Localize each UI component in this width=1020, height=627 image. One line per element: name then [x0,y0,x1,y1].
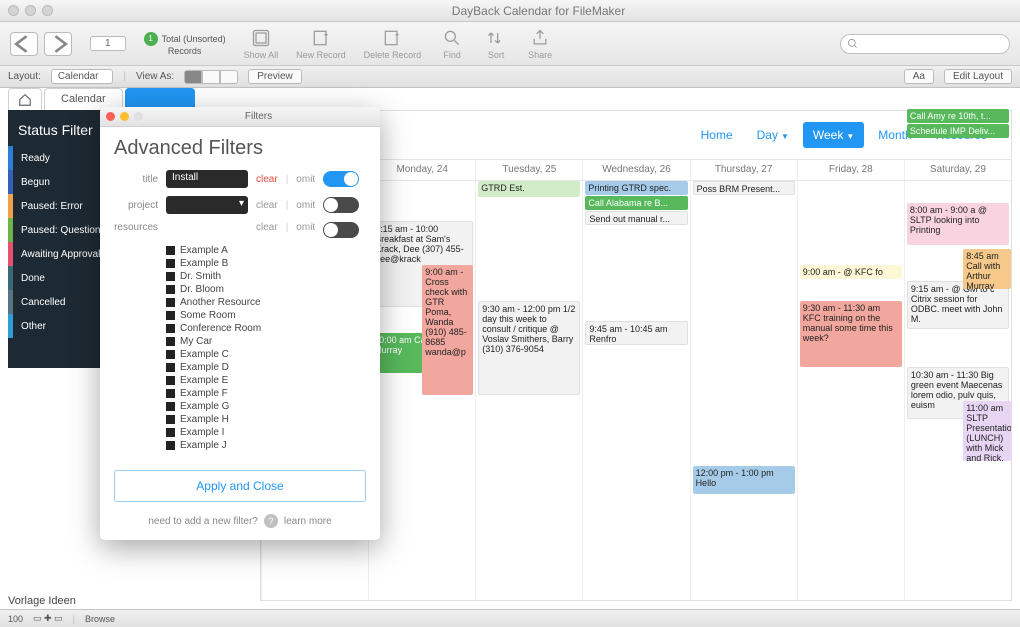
title-omit: omit [296,174,315,185]
project-clear[interactable]: clear [256,200,278,211]
event[interactable]: 8:00 am - 9:00 a @ SLTP looking into Pri… [907,203,1009,245]
event[interactable]: Call Amy re 10th, t... [907,109,1009,123]
window-title: DayBack Calendar for FileMaker [65,4,1012,18]
title-input[interactable]: Install [166,170,248,188]
aa-button[interactable]: Aa [904,69,934,84]
event[interactable]: Poss BRM Present... [693,181,795,195]
day-header: Friday, 28 [797,160,904,180]
home-tab[interactable] [8,88,42,110]
watermark: Vorlage Ideen [8,595,76,607]
resource-item[interactable]: Example A [166,244,366,257]
apply-close-button[interactable]: Apply and Close [114,470,366,502]
nav-home[interactable]: Home [691,122,743,148]
event[interactable]: GTRD Est. [478,181,580,197]
event[interactable]: 8:45 am Call with Arthur Murray [963,249,1011,289]
resources-omit-toggle[interactable] [323,222,359,238]
event[interactable]: Printing GTRD spec. [585,181,687,195]
resource-item[interactable]: Example F [166,387,366,400]
event[interactable]: 9:00 am - @ KFC fo [800,265,902,279]
viewas-label: View As: [136,71,174,82]
day-header: Saturday, 29 [904,160,1011,180]
status-footer: 100 ▭ ✚ ▭ | Browse [0,609,1020,627]
layout-bar: Layout: Calendar | View As: Preview Aa E… [0,66,1020,88]
records-label: Records [144,46,226,56]
sort-button[interactable]: Sort [483,28,509,60]
layout-label: Layout: [8,71,41,82]
day-header: Thursday, 27 [690,160,797,180]
resource-item[interactable]: My Car [166,335,366,348]
resource-item[interactable]: Example E [166,374,366,387]
resource-item[interactable]: Example I [166,426,366,439]
day-header: Wednesday, 26 [582,160,689,180]
resource-item[interactable]: Conference Room [166,322,366,335]
title-omit-toggle[interactable] [323,171,359,187]
project-omit-toggle[interactable] [323,197,359,213]
resources-omit: omit [296,222,315,233]
modal-title: Advanced Filters [100,127,380,166]
mode-label[interactable]: Browse [85,614,115,624]
resource-item[interactable]: Some Room [166,309,366,322]
nav-week[interactable]: Week▼ [803,122,864,148]
zoom-value[interactable]: 100 [8,614,23,624]
event[interactable]: 11:00 am SLTP Presentation (LUNCH) with … [963,401,1011,461]
new-record-button[interactable]: New Record [296,28,346,60]
resource-item[interactable]: Example J [166,439,366,452]
zoom-icons[interactable]: ▭ ✚ ▭ [33,613,63,624]
resource-item[interactable]: Example D [166,361,366,374]
event[interactable]: 9:30 am - 11:30 am KFC training on the m… [800,301,902,367]
window-traffic-lights[interactable] [8,5,53,16]
title-label: title [114,174,158,185]
resources-label: resources [114,222,158,233]
help-icon[interactable]: ? [264,514,278,528]
resource-item[interactable]: Example G [166,400,366,413]
nav-next-button[interactable] [44,32,72,56]
share-button[interactable]: Share [527,28,553,60]
resource-item[interactable]: Dr. Smith [166,270,366,283]
total-label: Total (Unsorted) [162,34,226,44]
resource-item[interactable]: Dr. Bloom [166,283,366,296]
event[interactable]: 9:00 am - Cross check with GTR Poma, Wan… [422,265,473,395]
record-counter: 1 [90,36,126,51]
event[interactable]: Send out manual r... [585,211,687,225]
delete-record-button[interactable]: Delete Record [364,28,422,60]
resource-item[interactable]: Example H [166,413,366,426]
project-select[interactable]: ▾ [166,196,248,214]
modal-traffic-lights[interactable] [106,112,143,121]
preview-button[interactable]: Preview [248,69,302,84]
layout-select[interactable]: Calendar [51,69,114,84]
nav-prev-button[interactable] [10,32,38,56]
event[interactable]: 9:30 am - 12:00 pm 1/2 day this week to … [478,301,580,395]
find-button[interactable]: Find [439,28,465,60]
search-field[interactable] [840,34,1010,54]
resources-clear[interactable]: clear [256,222,278,233]
event[interactable]: 12:00 pm - 1:00 pm Hello [693,466,795,494]
window-titlebar: DayBack Calendar for FileMaker [0,0,1020,22]
add-filter-prompt: need to add a new filter? [148,516,258,527]
resource-item[interactable]: Example B [166,257,366,270]
record-number[interactable]: 1 [90,36,126,51]
modal-titlebar: Filters [100,107,380,127]
resources-list: Example AExample BDr. SmithDr. BloomAnot… [100,242,380,460]
show-all-button[interactable]: Show All [244,28,279,60]
event[interactable]: Call Alabama re B... [585,196,687,210]
filters-modal: Filters Advanced Filters title Install c… [100,107,380,540]
nav-day[interactable]: Day▼ [747,122,799,148]
resource-item[interactable]: Example C [166,348,366,361]
resource-item[interactable]: Another Resource [166,296,366,309]
title-clear[interactable]: clear [256,174,278,185]
viewas-segmented[interactable] [184,70,238,84]
event[interactable]: 9:45 am - 10:45 am Renfro [585,321,687,345]
edit-layout-button[interactable]: Edit Layout [944,69,1012,84]
found-badge: 1 [144,32,158,46]
learn-more-link[interactable]: learn more [284,516,332,527]
toolbar: 1 1 Total (Unsorted) Records Show All Ne… [0,22,1020,66]
modal-bar-title: Filters [143,111,374,122]
day-header: Tuesday, 25 [475,160,582,180]
event[interactable]: Schedule IMP Deliv... [907,124,1009,138]
project-label: project [114,200,158,211]
project-omit: omit [296,200,315,211]
day-header: Monday, 24 [368,160,475,180]
